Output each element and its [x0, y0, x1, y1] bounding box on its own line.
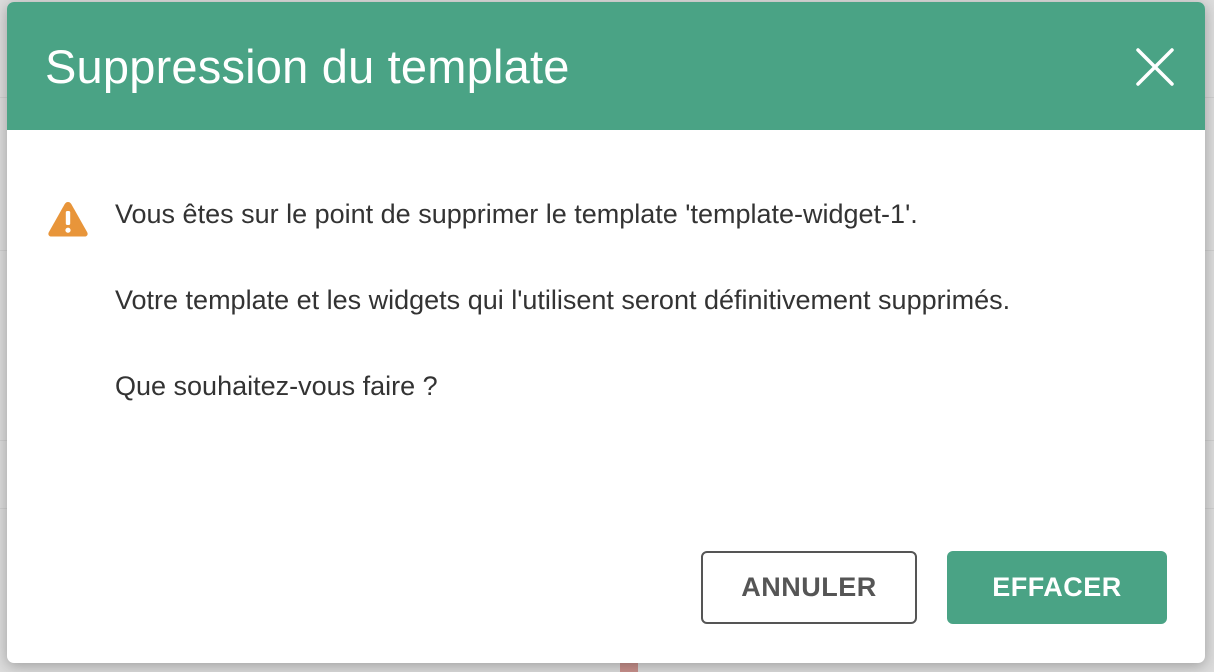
warning-triangle-icon [48, 202, 88, 237]
background-marker [620, 662, 638, 672]
dialog-message: Vous êtes sur le point de supprimer le t… [115, 192, 1165, 408]
dialog-footer: ANNULER EFFACER [701, 551, 1167, 624]
cancel-button[interactable]: ANNULER [701, 551, 917, 624]
dialog-header: Suppression du template [7, 2, 1205, 130]
close-button[interactable] [1135, 47, 1175, 87]
delete-template-dialog: Suppression du template Vous êtes sur le… [7, 2, 1205, 663]
delete-button[interactable]: EFFACER [947, 551, 1167, 624]
message-confirm-delete: Vous êtes sur le point de supprimer le t… [115, 199, 918, 229]
dialog-title: Suppression du template [45, 39, 570, 93]
close-icon [1136, 48, 1174, 86]
message-question: Que souhaitez-vous faire ? [115, 371, 438, 401]
dialog-body: Vous êtes sur le point de supprimer le t… [7, 130, 1205, 408]
message-consequence: Votre template et les widgets qui l'util… [115, 285, 1011, 315]
